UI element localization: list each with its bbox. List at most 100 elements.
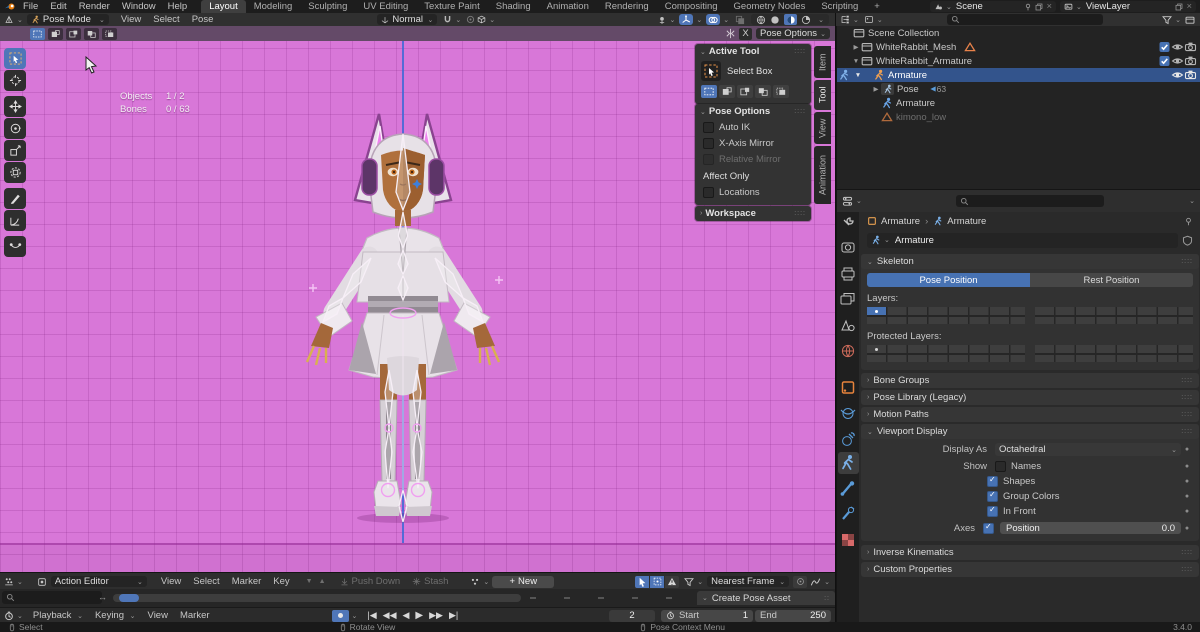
npanel-tab-view[interactable]: View [814, 112, 831, 144]
collapse-arrow-icon[interactable]: ▼ [853, 72, 863, 79]
tab-view-layer-icon[interactable] [841, 294, 854, 305]
workspace-tab-animation[interactable]: Animation [539, 0, 597, 13]
workspace-tab-geometry-nodes[interactable]: Geometry Nodes [726, 0, 814, 13]
outliner-row-whiterabbit-mesh[interactable]: ▶ WhiteRabbit_Mesh [837, 40, 1200, 54]
panel-grip-icon[interactable]: :::: [1181, 411, 1193, 418]
viewport-display-panel-header[interactable]: ⌄ Viewport Display:::: [861, 424, 1199, 439]
tool-rotate-button[interactable] [4, 118, 26, 139]
play-reverse-button[interactable]: ◀ [401, 610, 412, 621]
layers-grid-right[interactable] [1035, 307, 1193, 324]
filter-icon[interactable] [1162, 15, 1172, 25]
select-mode-set-icon[interactable] [30, 28, 45, 40]
dopesheet-menu-select[interactable]: Select [187, 576, 225, 587]
filter-icon[interactable] [684, 577, 694, 587]
mode-selector[interactable]: Pose Mode ⌄ [27, 14, 109, 25]
frame-start-field[interactable]: Start 1 [661, 610, 753, 622]
tool-options-dropdown[interactable]: Pose Options ⌄ [756, 28, 830, 39]
breadcrumb-data[interactable]: Armature [947, 216, 986, 227]
tab-object-data-armature-icon[interactable] [838, 452, 859, 474]
menu-help[interactable]: Help [162, 1, 194, 12]
select-mode-extend-icon[interactable] [719, 85, 735, 98]
animate-dot-icon[interactable]: ● [1181, 463, 1193, 470]
skeleton-panel-header[interactable]: ⌄ Skeleton :::: [861, 254, 1199, 269]
select-mode-extend-icon[interactable] [48, 28, 63, 40]
relative-mirror-checkbox[interactable] [703, 154, 714, 165]
workspace-tab-shading[interactable]: Shading [488, 0, 539, 13]
editor-type-properties-icon[interactable]: ⌄ [842, 196, 862, 207]
workspace-tab-rendering[interactable]: Rendering [597, 0, 657, 13]
shading-material-icon[interactable] [784, 14, 797, 25]
dopesheet-content[interactable]: ↔ ⌄ Create Pose Asset :: [0, 589, 835, 607]
animate-dot-icon[interactable]: ● [1181, 493, 1193, 500]
breadcrumb-object[interactable]: Armature [881, 216, 920, 227]
only-selected-toggle-icon[interactable] [635, 576, 649, 588]
custom-properties-panel-header[interactable]: › Custom Properties:::: [861, 562, 1199, 577]
mirror-x-toggle[interactable]: X [739, 28, 752, 40]
tool-move-button[interactable] [4, 96, 26, 117]
timeline-menu-view[interactable]: View [142, 610, 174, 621]
frame-end-field[interactable]: End 250 [755, 610, 831, 622]
dopesheet-mode-dropdown[interactable]: Action Editor ⌄ [51, 576, 147, 587]
editor-type-timeline-icon[interactable]: ⌄ [4, 611, 23, 621]
motion-paths-panel-header[interactable]: › Motion Paths:::: [861, 407, 1199, 422]
show-gizmo-icon[interactable]: ⌄ [657, 15, 676, 25]
select-mode-intersect-icon[interactable] [773, 85, 789, 98]
tab-texture-icon[interactable] [842, 534, 854, 546]
panel-grip-icon[interactable]: :::: [794, 48, 806, 55]
xray-toggle-icon[interactable] [735, 15, 745, 25]
editor-type-dopesheet-icon[interactable]: ⌄ [4, 577, 23, 586]
tool-select-box-button[interactable] [4, 48, 26, 69]
outliner-display-mode-icon[interactable]: ⌄ [864, 15, 883, 24]
only-errors-toggle-icon[interactable] [665, 576, 679, 588]
menu-edit[interactable]: Edit [44, 1, 72, 12]
shapes-checkbox[interactable] [987, 476, 998, 487]
workspace-tab-layout[interactable]: Layout [201, 0, 246, 13]
npanel-tab-tool[interactable]: Tool [814, 80, 831, 110]
disable-render-camera-icon[interactable] [1184, 55, 1197, 67]
dopesheet-menu-marker[interactable]: Marker [226, 576, 268, 587]
new-scene-icon[interactable] [1035, 3, 1043, 11]
current-frame-field[interactable]: 2 [609, 610, 655, 622]
outliner-row-armature-data[interactable]: Armature [837, 96, 1200, 110]
panel-grip-icon[interactable]: :::: [794, 210, 806, 217]
auto-keying-toggle[interactable] [332, 610, 349, 622]
unlink-scene-icon[interactable]: × [1046, 1, 1052, 12]
fake-user-shield-icon[interactable] [1182, 235, 1193, 246]
workspace-tab-sculpting[interactable]: Sculpting [300, 0, 355, 13]
prev-keyframe-button[interactable]: ◀◀ [381, 610, 399, 621]
proportional-falloff-icon[interactable] [477, 15, 486, 24]
hide-eye-icon[interactable] [1171, 69, 1184, 81]
panel-grip-icon[interactable]: :::: [1181, 377, 1193, 384]
workspace-tab-compositing[interactable]: Compositing [657, 0, 726, 13]
timeline-scrollbar[interactable] [113, 594, 521, 602]
push-down-button[interactable]: Push Down [340, 576, 401, 587]
workspace-tab-uv-editing[interactable]: UV Editing [355, 0, 416, 13]
editor-type-outliner-icon[interactable]: ⌄ [840, 15, 859, 24]
tool-scale-button[interactable] [4, 140, 26, 161]
locations-checkbox[interactable] [703, 187, 714, 198]
x-axis-mirror-checkbox[interactable] [703, 138, 714, 149]
protected-layers-grid-right[interactable] [1035, 345, 1193, 362]
stash-button[interactable]: Stash [412, 576, 448, 587]
workspace-header[interactable]: › Workspace :::: [695, 206, 811, 221]
inverse-kinematics-panel-header[interactable]: › Inverse Kinematics:::: [861, 545, 1199, 560]
new-collection-icon[interactable] [1185, 15, 1195, 25]
timeline-menu-marker[interactable]: Marker [174, 610, 216, 621]
npanel-tab-item[interactable]: Item [814, 46, 831, 78]
create-pose-asset-panel-header[interactable]: ⌄ Create Pose Asset :: [697, 591, 835, 605]
shading-solid-icon[interactable] [770, 15, 780, 25]
hide-eye-icon[interactable] [1171, 55, 1184, 67]
disable-render-camera-icon[interactable] [1184, 69, 1197, 81]
action-down-icon[interactable]: ▼ [306, 578, 313, 585]
keyframe-interpolation-icon[interactable]: ⌄ [810, 577, 830, 587]
timeline-menu-playback[interactable]: Playback ⌄ [27, 610, 89, 621]
workspace-tab-scripting[interactable]: Scripting [813, 0, 866, 13]
layers-grid-left[interactable] [867, 307, 1025, 324]
hide-eye-icon[interactable] [1171, 41, 1184, 53]
add-workspace-button[interactable]: + [866, 0, 888, 13]
menu-file[interactable]: File [17, 1, 44, 12]
next-keyframe-button[interactable]: ▶▶ [427, 610, 445, 621]
animate-dot-icon[interactable]: ● [1181, 508, 1193, 515]
menu-window[interactable]: Window [116, 1, 162, 12]
overlays-toggle-icon[interactable] [706, 14, 720, 25]
